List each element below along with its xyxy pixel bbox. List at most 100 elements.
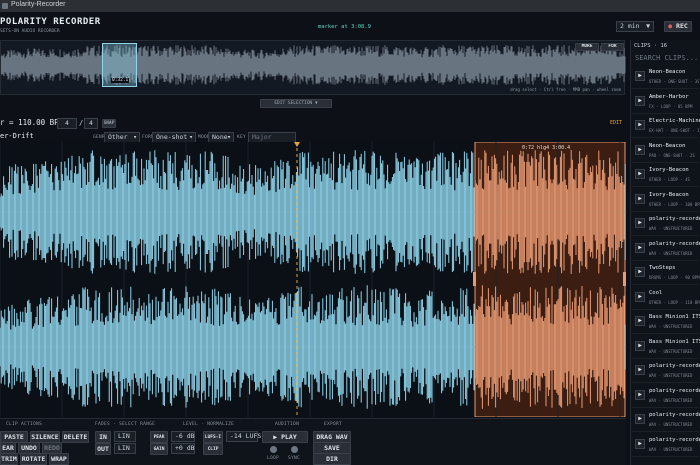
level-label: LEVEL · NORMALIZE — [183, 422, 235, 427]
clip-meta: WAV · UNSTRUCTURED — [649, 226, 693, 231]
clip-item[interactable]: ▶ Electric-Machine EX-HAT · ONE-SHOT · 1S — [632, 115, 700, 138]
edit-label: EDIT — [610, 120, 623, 126]
clip-name: polarity-recorder_... — [649, 436, 700, 443]
clip-name: Electric-Machine — [649, 118, 700, 124]
wrap-button[interactable]: WRAP — [49, 453, 69, 465]
play-icon[interactable]: ▶ — [635, 193, 645, 204]
play-icon[interactable]: ▶ — [635, 267, 645, 277]
overview-for-button[interactable]: FOR — [601, 43, 624, 51]
clip-item[interactable]: ▶ Neon-Beacon PAD · ONE-SHOT · 2S — [632, 140, 698, 163]
clip-item[interactable]: ▶ Neon-Beacon OTHER · ONE-SHOT · 3S — [632, 66, 700, 89]
record-icon: ● — [668, 22, 673, 30]
clip-name: Neon-Beacon — [649, 142, 686, 149]
clip-item[interactable]: ▶ polarity-recorder_... WAV · UNSTRUCTURED — [632, 213, 700, 236]
overview-wave-path — [1, 45, 626, 85]
playhead-handle[interactable] — [294, 142, 300, 147]
play-icon[interactable]: ▶ — [635, 169, 645, 179]
clip-meta: WAV · UNSTRUCTURED — [649, 324, 693, 329]
tempo-readout[interactable]: r = 110.00 BPM — [0, 118, 63, 127]
clip-name: Ivory-Beacon — [649, 191, 689, 198]
selection-right-handle[interactable] — [623, 272, 626, 286]
clips-search-input[interactable]: SEARCH CLIPS... — [633, 52, 699, 65]
play-icon[interactable]: ▶ — [635, 438, 645, 449]
clip-item[interactable]: ▶ polarity-recorder_... WAV · UNSTRUCTURED — [632, 360, 700, 383]
clip-item[interactable]: ▶ Bass Minion1 ITSbpm WAV · UNSTRUCTURED — [632, 336, 700, 359]
play-icon[interactable]: ▶ — [635, 340, 645, 351]
clip-meta: OTHER · LOOP · 100 BPM — [649, 201, 700, 207]
waveform-editor[interactable]: 0:72 hlg4 3:00.4 — [0, 142, 626, 417]
play-icon[interactable]: ▶ — [635, 95, 645, 106]
clips-header: CLIPS · 16 — [634, 43, 668, 49]
delete-button[interactable]: DELETE — [62, 431, 89, 443]
clip-item[interactable]: ▶ Bass Minion1 ITSbpm WAV · UNSTRUCTURED — [632, 311, 700, 334]
app-icon — [2, 3, 8, 9]
audition-label: AUDITION — [275, 422, 300, 427]
rotate-button[interactable]: ROTATE — [20, 453, 47, 465]
play-icon[interactable]: ▶ — [635, 389, 645, 400]
play-icon[interactable]: ▶ — [635, 316, 645, 326]
duration-select[interactable]: 2 min ▼ — [616, 21, 654, 32]
clip-item[interactable]: ▶ polarity-recorder_... WAV · UNSTRUCTURED — [632, 238, 700, 261]
snap-button[interactable]: SNAP — [102, 119, 116, 128]
edit-selection-button[interactable]: EDIT SELECTION ▼ — [260, 99, 332, 108]
play-icon[interactable]: ▶ — [635, 144, 645, 155]
clip-item[interactable]: ▶ polarity-recorder_... WAV · UNSTRUCTURED — [632, 434, 700, 457]
clip-meta: OTHER · ONE-SHOT · 3S — [649, 79, 700, 84]
chevron-down-icon: ▾ — [227, 133, 231, 141]
clip-name: Bass Minion1 ITSbpm — [649, 314, 700, 320]
gain-value[interactable]: +0 dB — [171, 443, 195, 454]
clip-item[interactable]: ▶ Cool OTHER · LOOP · 110 BPM — [632, 287, 700, 310]
gain-button[interactable]: GAIN — [150, 443, 168, 455]
key-label: KEY — [237, 135, 247, 140]
lufs-button[interactable]: LUFS-I — [203, 431, 223, 443]
overview-strip[interactable]: 0:32.1 MORE FOR drag select · Ctrl free … — [0, 40, 626, 95]
clip-item[interactable]: ▶ Ivory-Beacon OTHER · LOOP · 100 BPM — [632, 189, 700, 212]
overview-more-button[interactable]: MORE — [575, 43, 599, 51]
clip-meta: OTHER · LOOP · 4S — [649, 177, 690, 182]
clip-meta: WAV · UNSTRUCTURED — [649, 422, 693, 427]
clip-item[interactable]: ▶ TwoSteps DRUMS · LOOP · 90 BPM — [632, 262, 700, 285]
play-icon[interactable]: ▶ — [635, 414, 645, 424]
time-sig-denominator[interactable]: 4 — [84, 118, 98, 129]
clip-meta: DRUMS · LOOP · 90 BPM — [649, 275, 700, 280]
clip-item[interactable]: ▶ Amber-Harbor FX · LOOP · 85 BPM — [632, 91, 698, 114]
fade-out-select[interactable]: LIN — [114, 443, 136, 454]
clip-name: Cool — [649, 289, 663, 296]
time-sig-numerator[interactable]: 4 — [57, 118, 77, 129]
overview-hint: drag select · Ctrl free · MMB pan · whee… — [510, 87, 621, 92]
overview-marker-label: 0:32.1 — [111, 78, 130, 83]
title-bar: Polarity-Recorder — [0, 0, 700, 12]
play-icon[interactable]: ▶ — [635, 71, 645, 81]
dir-button[interactable]: DIR — [313, 453, 351, 465]
clip-name: Bass Minion1 ITSbpm — [649, 338, 700, 345]
lufs-value[interactable]: -14 LUFS — [226, 431, 261, 442]
peak-value[interactable]: -6 dB — [171, 431, 195, 442]
clip-button[interactable]: CLIP — [203, 443, 223, 455]
play-icon[interactable]: ▶ — [635, 365, 645, 375]
selection-left-handle[interactable] — [473, 272, 476, 286]
play-icon[interactable]: ▶ — [635, 242, 645, 253]
clip-meta: EX-HAT · ONE-SHOT · 1S — [649, 128, 700, 133]
fade-in-button[interactable]: IN — [95, 431, 111, 443]
play-icon[interactable]: ▶ — [635, 120, 645, 130]
peak-button[interactable]: PEAK — [150, 431, 168, 443]
clip-item[interactable]: ▶ polarity-recorder_... WAV · UNSTRUCTURED — [632, 385, 700, 408]
fade-in-select[interactable]: LIN — [114, 431, 136, 442]
fades-label: FADES · SELECT RANGE — [95, 422, 156, 427]
app-subtitle: SETS-ON AUDIO RECORDER — [0, 29, 60, 34]
clip-meta: WAV · UNSTRUCTURED — [649, 446, 693, 452]
trim-button[interactable]: TRIM — [0, 453, 18, 465]
loop-toggle[interactable] — [270, 446, 277, 453]
clip-item[interactable]: ▶ Ivory-Beacon OTHER · LOOP · 4S — [632, 164, 698, 187]
chevron-down-icon: ▼ — [646, 22, 650, 30]
fade-out-button[interactable]: OUT — [95, 443, 111, 455]
play-icon[interactable]: ▶ — [635, 218, 645, 228]
clip-actions-label: CLIP ACTIONS — [6, 422, 43, 427]
clip-item[interactable]: ▶ polarity-recorder_... WAV · UNSTRUCTURED — [632, 409, 700, 432]
play-button[interactable]: ▶ PLAY — [262, 431, 308, 443]
play-icon[interactable]: ▶ — [635, 291, 645, 302]
record-button[interactable]: ● REC — [664, 21, 692, 32]
export-label: EXPORT — [324, 422, 343, 427]
sync-toggle[interactable] — [291, 446, 298, 453]
clip-meta: WAV · UNSTRUCTURED — [649, 250, 693, 256]
